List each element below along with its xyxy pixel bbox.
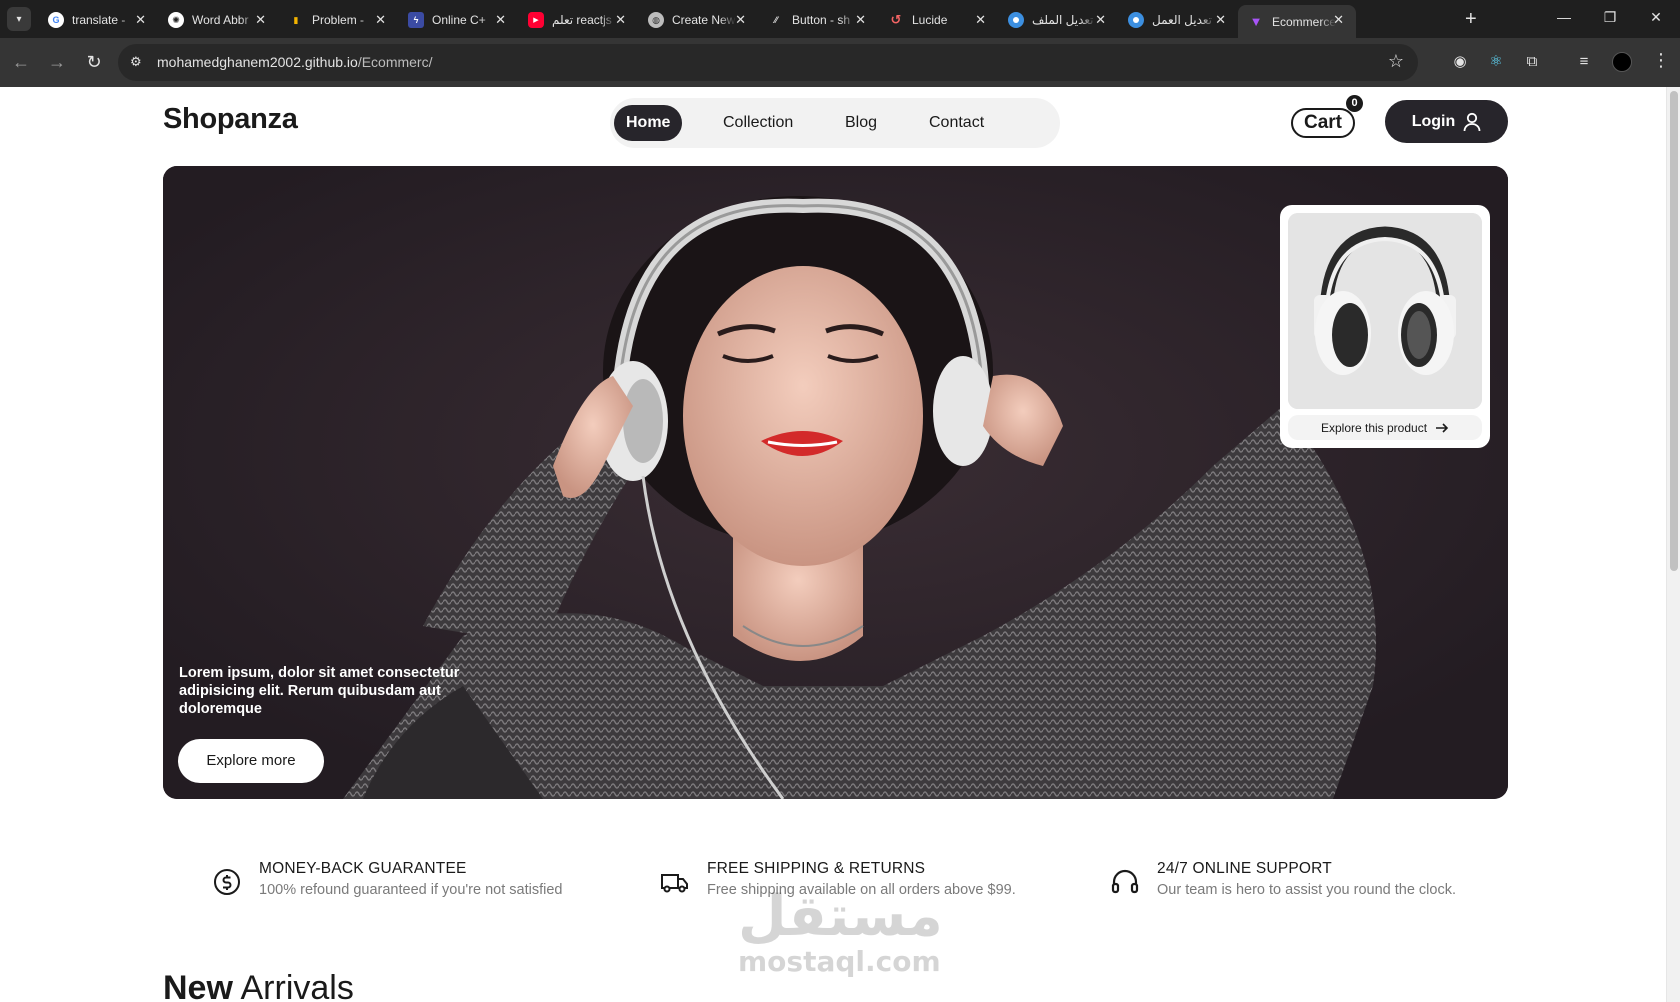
browser-tab[interactable]: ▮ Problem - ✕ xyxy=(278,5,398,35)
browser-tab[interactable]: ◍ Create New ✕ xyxy=(638,5,758,35)
browser-tab[interactable]: G translate - ✕ xyxy=(38,5,158,35)
hero-banner: Lorem ipsum, dolor sit amet consectetur … xyxy=(163,166,1508,799)
feature-desc: Our team is hero to assist you round the… xyxy=(1157,882,1456,898)
feature-title: 24/7 ONLINE SUPPORT xyxy=(1157,860,1332,877)
dollar-circle-icon xyxy=(214,869,240,895)
new-tab-button[interactable]: + xyxy=(1465,8,1477,30)
browser-tab-active[interactable]: ▼ Ecommerce ✕ xyxy=(1238,5,1356,38)
browser-menu-icon[interactable]: ⋮ xyxy=(1652,50,1670,71)
feature-money-back: MONEY-BACK GUARANTEE 100% refound guaran… xyxy=(212,859,562,900)
close-icon[interactable]: ✕ xyxy=(735,12,746,28)
close-icon[interactable]: ✕ xyxy=(1095,12,1106,28)
nav-link-home[interactable]: Home xyxy=(614,105,683,141)
explore-more-button[interactable]: Explore more xyxy=(178,739,324,783)
feature-title: MONEY-BACK GUARANTEE xyxy=(259,860,467,877)
cart-button[interactable]: Cart xyxy=(1291,108,1355,138)
minimize-button[interactable]: — xyxy=(1554,9,1574,25)
close-icon[interactable]: ✕ xyxy=(975,12,986,28)
feature-desc: 100% refound guaranteed if you're not sa… xyxy=(259,882,563,898)
tab-search-button[interactable]: ▾ xyxy=(7,7,31,31)
close-window-button[interactable]: ✕ xyxy=(1646,9,1666,26)
url-text: mohamedghanem2002.github.io/Ecommerc/ xyxy=(157,54,433,70)
back-button[interactable]: ← xyxy=(10,51,32,73)
user-icon xyxy=(1463,112,1481,131)
login-button[interactable]: Login xyxy=(1385,100,1508,143)
close-icon[interactable]: ✕ xyxy=(375,12,386,28)
login-label: Login xyxy=(1411,112,1456,130)
media-control-icon[interactable]: ≡ xyxy=(1574,52,1594,72)
watermark-arabic: مستقل xyxy=(738,884,943,949)
featured-product-card[interactable]: Explore this product xyxy=(1280,205,1490,448)
nav-link-blog[interactable]: Blog xyxy=(833,105,889,141)
bookmark-star-icon[interactable]: ☆ xyxy=(1388,51,1404,72)
browser-tab-strip: ▾ G translate - ✕ ✺ Word Abbr ✕ ▮ Proble… xyxy=(0,0,1680,38)
browser-tab[interactable]: ✺ Word Abbr ✕ xyxy=(158,5,278,35)
browser-tab[interactable]: ▶ تعلم reactjs ✕ xyxy=(518,5,638,35)
close-icon[interactable]: ✕ xyxy=(855,12,866,28)
extensions-puzzle-icon[interactable]: ⧉ xyxy=(1522,52,1542,72)
browser-tab[interactable]: ϟ Online C+ ✕ xyxy=(398,5,518,35)
hero-tagline: Lorem ipsum, dolor sit amet consectetur … xyxy=(179,665,460,717)
page-viewport: Shopanza Home Collection Blog Contact Ca… xyxy=(0,87,1680,1002)
bar-chart-icon: ▮ xyxy=(293,14,299,25)
forward-button[interactable]: → xyxy=(46,51,68,73)
mostaql-watermark: مستقل mostaql.com xyxy=(738,884,943,987)
close-icon[interactable]: ✕ xyxy=(135,12,146,28)
page-scrollbar[interactable] xyxy=(1666,87,1680,1002)
main-nav: Home Collection Blog Contact xyxy=(610,98,1060,148)
close-icon[interactable]: ✕ xyxy=(495,12,506,28)
section-title-rest: Arrivals xyxy=(240,969,354,1002)
close-icon[interactable]: ✕ xyxy=(1215,12,1226,28)
feature-online-support: 24/7 ONLINE SUPPORT Our team is hero to … xyxy=(1110,859,1456,900)
browser-tab[interactable]: ↺ Lucide ✕ xyxy=(878,5,998,35)
vite-icon: ▼ xyxy=(1249,14,1263,29)
headphones-product-illustration xyxy=(1288,213,1482,409)
extension-icon[interactable]: ◉ xyxy=(1450,52,1470,72)
site-info-icon[interactable]: ⚙ xyxy=(130,54,148,72)
google-icon: G xyxy=(48,12,64,28)
section-title-bold: New xyxy=(163,969,233,1002)
watermark-latin: mostaql.com xyxy=(738,945,941,978)
headphones-icon xyxy=(1111,869,1139,894)
close-icon[interactable]: ✕ xyxy=(615,12,626,28)
truck-icon xyxy=(661,874,688,893)
address-bar[interactable]: ⚙ mohamedghanem2002.github.io/Ecommerc/ … xyxy=(118,44,1418,81)
youtube-icon: ▶ xyxy=(528,12,544,28)
site-logo[interactable]: Shopanza xyxy=(163,103,298,136)
lucide-icon: ↺ xyxy=(890,12,902,27)
explore-product-link[interactable]: Explore this product xyxy=(1288,415,1482,440)
chatgpt-icon: ✺ xyxy=(168,12,184,28)
cart-count-badge: 0 xyxy=(1346,95,1363,112)
circle-icon xyxy=(1128,12,1144,28)
slash-icon: ⁄⁄ xyxy=(774,15,778,25)
react-devtools-icon[interactable]: ⚛ xyxy=(1486,52,1506,72)
browser-tab[interactable]: تعديل العمل ✕ xyxy=(1118,5,1238,35)
restore-button[interactable]: ❐ xyxy=(1600,9,1620,26)
bolt-icon: ϟ xyxy=(408,12,424,28)
nav-link-collection[interactable]: Collection xyxy=(711,105,805,141)
close-icon[interactable]: ✕ xyxy=(1333,12,1344,28)
product-image-headphones xyxy=(1288,213,1482,409)
section-title-new-arrivals: New Arrivals xyxy=(163,969,354,1002)
profile-avatar[interactable] xyxy=(1612,52,1632,72)
circle-icon xyxy=(1008,12,1024,28)
close-icon[interactable]: ✕ xyxy=(255,12,266,28)
explore-product-label: Explore this product xyxy=(1320,420,1428,435)
feature-title: FREE SHIPPING & RETURNS xyxy=(707,860,926,877)
browser-tab[interactable]: تعديل الملف ✕ xyxy=(998,5,1118,35)
browser-toolbar: ← → ↻ ⚙ mohamedghanem2002.github.io/Ecom… xyxy=(0,38,1680,87)
browser-tab[interactable]: ⁄⁄ Button - sh ✕ xyxy=(758,5,878,35)
arrow-right-icon xyxy=(1436,422,1449,433)
nav-link-contact[interactable]: Contact xyxy=(917,105,996,141)
scrollbar-thumb[interactable] xyxy=(1670,91,1678,571)
globe-icon: ◍ xyxy=(648,12,664,28)
reload-button[interactable]: ↻ xyxy=(83,51,105,73)
